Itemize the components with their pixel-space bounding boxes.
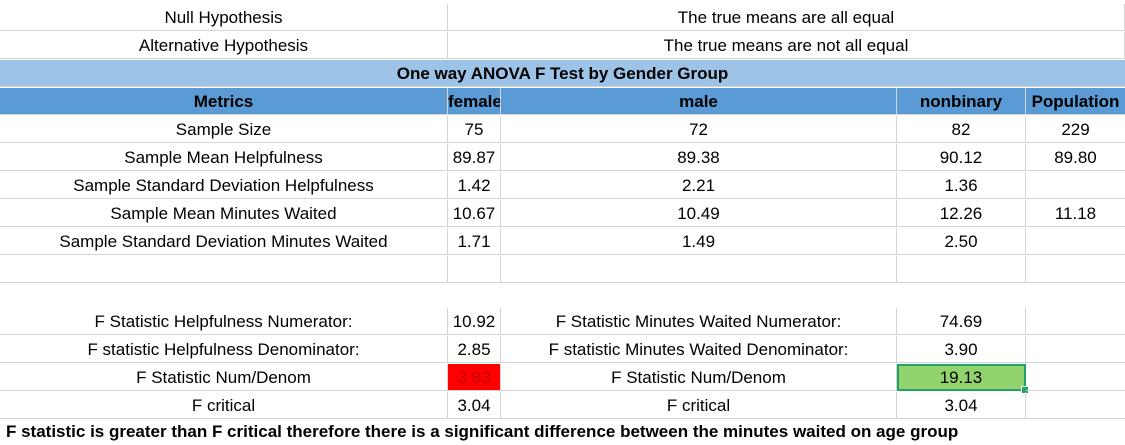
header-metrics[interactable]: Metrics	[0, 88, 448, 115]
ratio-row: F Statistic Num/Denom 3.83 F Statistic N…	[0, 364, 1125, 394]
header-female[interactable]: female	[448, 88, 501, 115]
empty-cell[interactable]	[897, 256, 1026, 283]
nonbinary-value[interactable]: 2.50	[897, 228, 1026, 255]
minutes-denominator-label[interactable]: F statistic Minutes Waited Denominator:	[501, 336, 897, 363]
critical-row: F critical 3.04 F critical 3.04	[0, 392, 1125, 419]
nonbinary-value[interactable]: 90.12	[897, 144, 1026, 171]
empty-cell[interactable]	[0, 256, 448, 283]
minutes-numerator-label[interactable]: F Statistic Minutes Waited Numerator:	[501, 308, 897, 335]
female-value[interactable]: 1.71	[448, 228, 501, 255]
female-value[interactable]: 75	[448, 116, 501, 143]
alternative-hypothesis-row: Alternative Hypothesis The true means ar…	[0, 32, 1125, 59]
helpfulness-numerator-label[interactable]: F Statistic Helpfulness Numerator:	[0, 308, 448, 335]
helpfulness-critical-label[interactable]: F critical	[0, 392, 448, 419]
helpfulness-critical-value[interactable]: 3.04	[448, 392, 501, 419]
null-hypothesis-label[interactable]: Null Hypothesis	[0, 4, 448, 31]
table-row: Sample Size 75 72 82 229	[0, 116, 1125, 143]
column-header-row: Metrics female male nonbinary Population	[0, 88, 1125, 115]
empty-cell[interactable]	[1026, 256, 1125, 283]
male-value[interactable]: 72	[501, 116, 897, 143]
spreadsheet: Null Hypothesis The true means are all e…	[0, 0, 1125, 445]
table-row: Sample Standard Deviation Helpfulness 1.…	[0, 172, 1125, 199]
header-male[interactable]: male	[501, 88, 897, 115]
nonbinary-value[interactable]: 1.36	[897, 172, 1026, 199]
header-nonbinary[interactable]: nonbinary	[897, 88, 1026, 115]
empty-cell[interactable]	[448, 256, 501, 283]
table-row: Sample Mean Minutes Waited 10.67 10.49 1…	[0, 200, 1125, 227]
male-value[interactable]: 1.49	[501, 228, 897, 255]
alternative-hypothesis-label[interactable]: Alternative Hypothesis	[0, 32, 448, 59]
title-row: One way ANOVA F Test by Gender Group	[0, 60, 1125, 87]
conclusion-text[interactable]: F statistic is greater than F critical t…	[0, 418, 1125, 445]
minutes-ratio-label[interactable]: F Statistic Num/Denom	[501, 364, 897, 391]
table-row: Sample Standard Deviation Minutes Waited…	[0, 228, 1125, 255]
population-value[interactable]	[1026, 228, 1125, 255]
male-value[interactable]: 2.21	[501, 172, 897, 199]
null-hypothesis-row: Null Hypothesis The true means are all e…	[0, 4, 1125, 31]
nonbinary-value[interactable]: 82	[897, 116, 1026, 143]
male-value[interactable]: 89.38	[501, 144, 897, 171]
minutes-ratio-text: 19.13	[939, 368, 983, 387]
population-value[interactable]: 89.80	[1026, 144, 1125, 171]
numerator-row: F Statistic Helpfulness Numerator: 10.92…	[0, 308, 1125, 335]
row-label[interactable]: Sample Standard Deviation Helpfulness	[0, 172, 448, 199]
empty-cell[interactable]	[1026, 392, 1125, 419]
population-value[interactable]: 11.18	[1026, 200, 1125, 227]
minutes-numerator-value[interactable]: 74.69	[897, 308, 1026, 335]
male-value[interactable]: 10.49	[501, 200, 897, 227]
empty-cell[interactable]	[1026, 364, 1125, 391]
row-label[interactable]: Sample Mean Minutes Waited	[0, 200, 448, 227]
alternative-hypothesis-value[interactable]: The true means are not all equal	[448, 32, 1125, 59]
null-hypothesis-value[interactable]: The true means are all equal	[448, 4, 1125, 31]
helpfulness-ratio-label[interactable]: F Statistic Num/Denom	[0, 364, 448, 391]
header-population[interactable]: Population	[1026, 88, 1125, 115]
population-value[interactable]	[1026, 172, 1125, 199]
minutes-ratio-value[interactable]: 19.13	[897, 364, 1029, 394]
helpfulness-denominator-label[interactable]: F statistic Helpfulness Denominator:	[0, 336, 448, 363]
empty-cell[interactable]	[501, 256, 897, 283]
minutes-denominator-value[interactable]: 3.90	[897, 336, 1026, 363]
female-value[interactable]: 89.87	[448, 144, 501, 171]
minutes-critical-value[interactable]: 3.04	[897, 392, 1026, 419]
row-label[interactable]: Sample Size	[0, 116, 448, 143]
helpfulness-denominator-value[interactable]: 2.85	[448, 336, 501, 363]
population-value[interactable]: 229	[1026, 116, 1125, 143]
nonbinary-value[interactable]: 12.26	[897, 200, 1026, 227]
table-title[interactable]: One way ANOVA F Test by Gender Group	[0, 60, 1125, 87]
helpfulness-ratio-value[interactable]: 3.83	[448, 364, 501, 391]
empty-cell[interactable]	[1026, 308, 1125, 335]
helpfulness-numerator-value[interactable]: 10.92	[448, 308, 501, 335]
female-value[interactable]: 10.67	[448, 200, 501, 227]
conclusion-row: F statistic is greater than F critical t…	[0, 418, 1125, 445]
denominator-row: F statistic Helpfulness Denominator: 2.8…	[0, 336, 1125, 363]
female-value[interactable]: 1.42	[448, 172, 501, 199]
minutes-critical-label[interactable]: F critical	[501, 392, 897, 419]
table-row: Sample Mean Helpfulness 89.87 89.38 90.1…	[0, 144, 1125, 171]
empty-cell[interactable]	[1026, 336, 1125, 363]
row-label[interactable]: Sample Standard Deviation Minutes Waited	[0, 228, 448, 255]
blank-row	[0, 256, 1125, 283]
row-label[interactable]: Sample Mean Helpfulness	[0, 144, 448, 171]
